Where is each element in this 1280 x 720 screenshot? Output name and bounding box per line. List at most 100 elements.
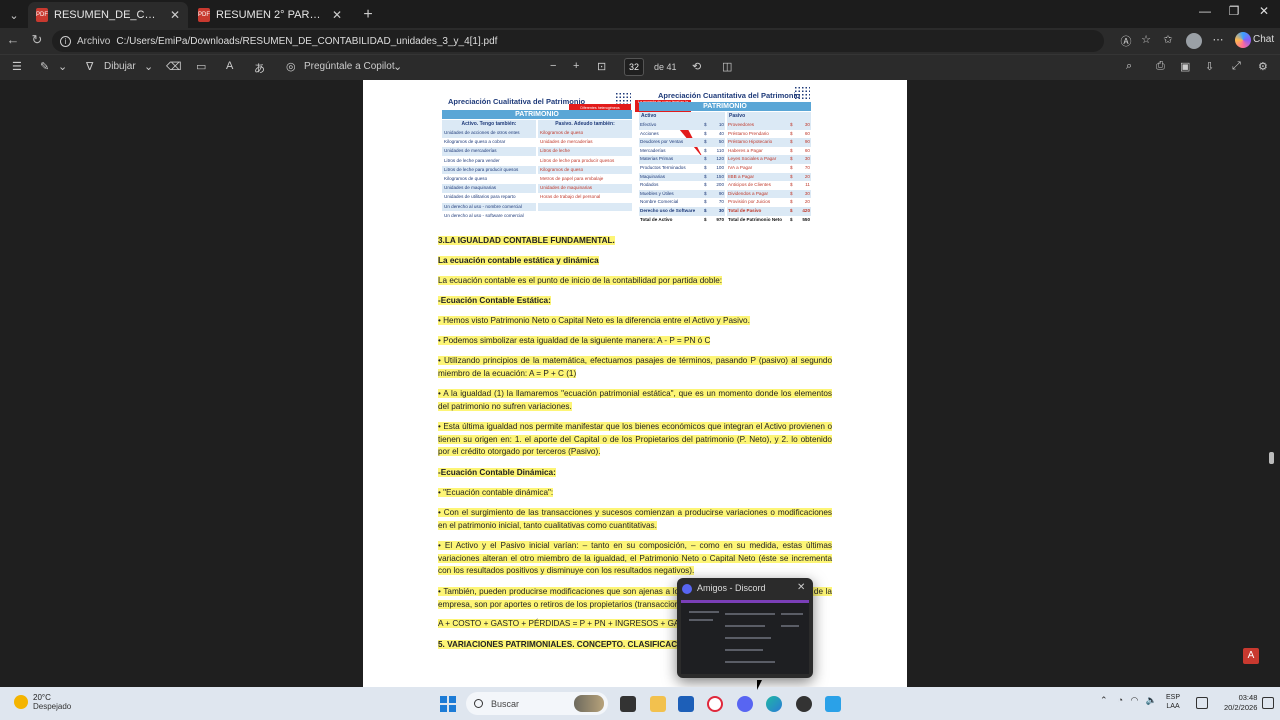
close-window-button[interactable]: ✕ bbox=[1249, 4, 1279, 18]
save-icon[interactable]: ▣ bbox=[1180, 60, 1190, 73]
search-placeholder: Buscar bbox=[491, 698, 520, 709]
discord-preview-thumbnail[interactable] bbox=[681, 600, 809, 674]
table-cell-pasivo: Unidades de mercaderías bbox=[540, 139, 593, 145]
temperature-label: 20°C bbox=[33, 693, 51, 702]
table-cell-activo: Deudores por Ventas bbox=[639, 138, 703, 147]
scrollbar-thumb[interactable] bbox=[1269, 452, 1274, 464]
table-cell-currency: $ bbox=[789, 121, 797, 130]
table-cell-activo: Kilogramos de queso a cobrar bbox=[444, 139, 506, 145]
edge-icon[interactable] bbox=[766, 696, 782, 712]
search-icon[interactable]: ⌕ bbox=[1126, 60, 1132, 73]
minimize-button[interactable]: — bbox=[1190, 4, 1220, 18]
text-box-icon[interactable]: ▭ bbox=[196, 60, 206, 73]
store-icon[interactable] bbox=[678, 696, 694, 712]
table-cell-pasivo: Préstamo Hipotecario bbox=[727, 138, 789, 147]
left-table-band: PATRIMONIO bbox=[442, 110, 632, 119]
maximize-button[interactable]: ❐ bbox=[1219, 4, 1249, 18]
discord-icon[interactable] bbox=[737, 696, 753, 712]
app-icon[interactable] bbox=[825, 696, 841, 712]
page-number-input[interactable]: 32 bbox=[624, 58, 644, 76]
table-cell-currency: $ bbox=[703, 207, 711, 216]
table-cell-amount: 20 bbox=[804, 199, 810, 205]
copilot-icon[interactable] bbox=[1235, 32, 1251, 48]
system-tray[interactable]: ⌃ ◔ ◠ 🔈 bbox=[1100, 695, 1157, 706]
date-label: 20/2/2026 bbox=[1224, 703, 1258, 712]
network-icon[interactable]: ◔ bbox=[1118, 695, 1123, 705]
new-tab-button[interactable]: + bbox=[356, 3, 380, 27]
table-cell-pasivo: IVA a Pagar bbox=[728, 165, 753, 170]
copilot-ask-label[interactable]: Pregúntale a Copilot bbox=[304, 61, 395, 72]
discord-taskbar-preview[interactable]: Amigos - Discord ✕ bbox=[677, 578, 813, 678]
task-view-icon[interactable] bbox=[620, 696, 636, 712]
tab-resumen-parcial[interactable]: PDF RESUMEN 2° PARCIAL.pdf ✕ bbox=[190, 2, 350, 28]
chevron-down-icon[interactable]: ⌄ bbox=[393, 60, 402, 73]
settings-icon[interactable]: ⚙ bbox=[1258, 60, 1268, 73]
taskbar-search[interactable]: Buscar bbox=[466, 692, 608, 715]
table-cell-amount: 50 bbox=[711, 138, 725, 147]
profile-avatar[interactable] bbox=[1186, 33, 1202, 49]
reload-button[interactable]: ↻ bbox=[28, 32, 46, 48]
table-cell-pasivo: Kilogramos de queso bbox=[538, 165, 632, 175]
language-indicator[interactable]: ESP LAA bbox=[1166, 693, 1180, 711]
start-button[interactable] bbox=[440, 696, 456, 712]
table-cell-pasivo: Metros de papel para embalaje bbox=[540, 176, 604, 181]
opera-icon[interactable] bbox=[707, 696, 723, 712]
app-icon[interactable] bbox=[796, 696, 812, 712]
battery-icon[interactable] bbox=[1196, 697, 1208, 709]
fit-page-icon[interactable]: ⊡ bbox=[597, 60, 606, 73]
close-tab-icon[interactable]: ✕ bbox=[332, 8, 342, 22]
table-cell-amount: 90 bbox=[711, 189, 725, 199]
volume-icon[interactable]: 🔈 bbox=[1146, 695, 1157, 705]
close-tab-icon[interactable]: ✕ bbox=[170, 8, 180, 22]
fullscreen-icon[interactable]: ⤢ bbox=[1232, 60, 1241, 73]
text-format-icon[interactable]: A bbox=[226, 60, 233, 72]
tab-label: RESUMEN 2° PARCIAL.pdf bbox=[216, 9, 326, 21]
save-as-icon[interactable]: ⇩ bbox=[1205, 60, 1214, 73]
table-cell-amount: 70 bbox=[804, 165, 810, 170]
zoom-in-icon[interactable]: + bbox=[573, 60, 579, 72]
acrobat-icon[interactable]: A bbox=[1243, 648, 1259, 664]
table-cell-amount: 30 bbox=[711, 207, 725, 216]
file-explorer-icon[interactable] bbox=[650, 696, 666, 712]
rotate-icon[interactable]: ⟲ bbox=[692, 60, 701, 73]
eraser-icon[interactable]: ⌫ bbox=[166, 60, 182, 73]
contents-icon[interactable]: ☰ bbox=[12, 60, 22, 73]
translate-icon[interactable]: あ bbox=[254, 60, 265, 76]
notifications-icon[interactable] bbox=[1262, 697, 1274, 709]
table-cell-pasivo: Kilogramos de queso bbox=[538, 129, 632, 138]
more-options-icon[interactable]: ⋯ bbox=[1210, 33, 1226, 49]
tab-contabilidad[interactable]: PDF RESUMEN_DE_CONTABILIDAD_uni ✕ bbox=[28, 2, 188, 28]
table-cell-activo: Unidades de utilitarios para reparto bbox=[444, 194, 516, 200]
copilot-ask-icon[interactable]: ◎ bbox=[286, 60, 296, 73]
chevron-down-icon[interactable]: ⌄ bbox=[144, 60, 153, 73]
chevron-up-icon[interactable]: ⌃ bbox=[1100, 695, 1108, 705]
bullet-item: • Podemos simbolizar esta igualdad de la… bbox=[438, 336, 711, 345]
chevron-down-icon[interactable]: ⌄ bbox=[58, 60, 67, 73]
url-field[interactable]: i Archivo C:/Users/EmiPa/Downloads/RESUM… bbox=[52, 30, 1104, 52]
table-cell-pasivo: Anticipos de Clientes bbox=[728, 182, 771, 188]
table-cell-amount: 70 bbox=[718, 199, 724, 205]
page-view-icon[interactable]: ◫ bbox=[722, 60, 732, 73]
table-cell-activo: Productos Terminados bbox=[640, 165, 686, 170]
tab-actions-menu-icon[interactable]: ⌄ bbox=[2, 3, 26, 27]
weather-widget[interactable]: 20°C Despejado bbox=[14, 693, 71, 711]
site-info-icon[interactable]: i bbox=[60, 35, 71, 47]
table-cell-pasivo bbox=[538, 202, 632, 212]
read-aloud-icon[interactable]: Ⓐ bbox=[1118, 33, 1134, 49]
draw-icon[interactable]: ∇ bbox=[86, 60, 93, 73]
chat-label[interactable]: Chat bbox=[1253, 34, 1274, 45]
favorite-star-icon[interactable]: ☆ bbox=[1138, 33, 1154, 49]
left-col-header-activo: Activo. Tengo también: bbox=[442, 120, 536, 129]
zoom-out-icon[interactable]: − bbox=[550, 60, 556, 72]
table-cell-activo: Total de Activo bbox=[640, 216, 673, 222]
draw-label[interactable]: Dibujar bbox=[104, 61, 136, 72]
table-cell-currency: $ bbox=[789, 189, 797, 199]
clock[interactable]: 03:48 20/2/2026 bbox=[1224, 693, 1257, 713]
favorites-icon[interactable]: ✩ bbox=[1160, 33, 1176, 49]
wifi-icon[interactable]: ◠ bbox=[1131, 695, 1139, 705]
close-icon[interactable]: ✕ bbox=[797, 582, 805, 593]
highlight-icon[interactable]: ✎ bbox=[40, 60, 49, 73]
table-cell-currency: $ bbox=[789, 155, 797, 164]
print-icon[interactable]: ⎙ bbox=[1156, 60, 1165, 73]
back-button[interactable]: ← bbox=[4, 32, 22, 47]
